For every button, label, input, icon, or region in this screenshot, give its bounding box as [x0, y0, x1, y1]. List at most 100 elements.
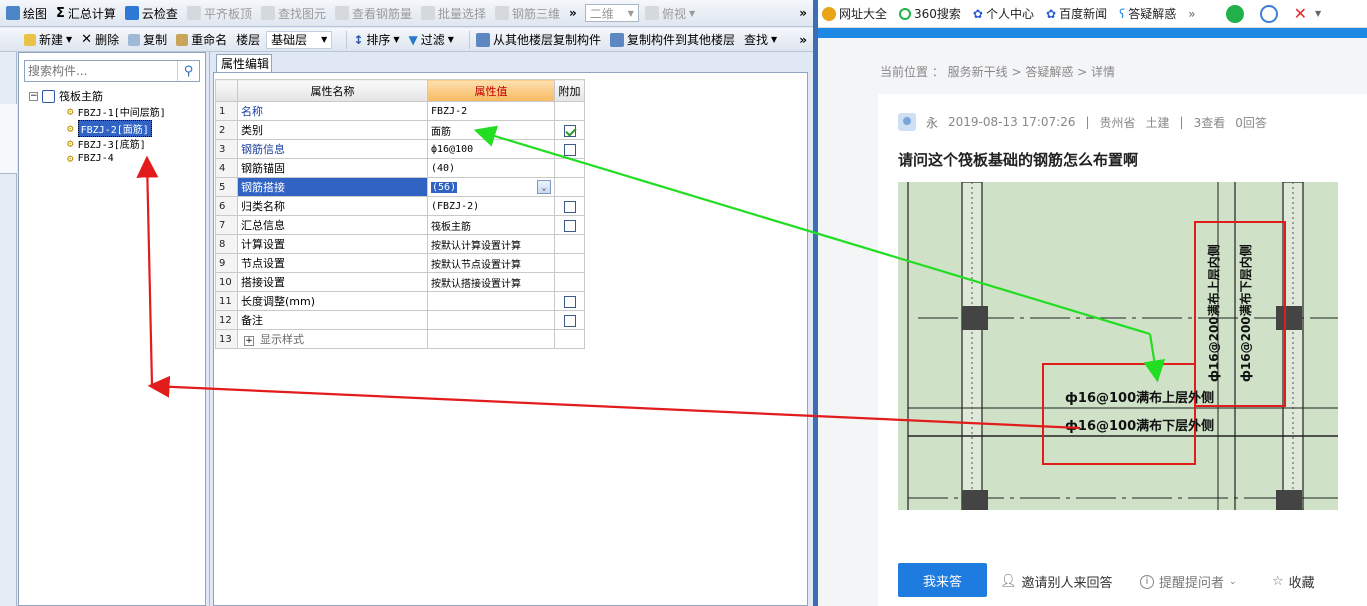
property-value-cell[interactable]: 按默认节点设置计算 — [427, 253, 555, 273]
tree-item-selected[interactable]: ⚙ FBZJ-2[面筋] — [67, 120, 152, 137]
view-rebar-button[interactable]: 查看钢筋量 — [334, 5, 412, 22]
overflow-chevron-icon[interactable]: » — [1188, 7, 1195, 21]
new-button[interactable]: 新建 ▼ — [24, 31, 72, 48]
close-icon[interactable]: ✕ — [1294, 4, 1307, 23]
tree-item[interactable]: ⚙ FBZJ-3[底筋] — [67, 136, 146, 151]
property-value-cell[interactable] — [427, 310, 555, 330]
floor-select[interactable]: 基础层 ▼ — [266, 30, 333, 49]
property-row[interactable]: 11 长度调整(mm) — [215, 291, 585, 311]
paw-icon: ✿ — [1046, 6, 1057, 21]
property-row[interactable]: 6 归类名称 (FBZJ-2) — [215, 196, 585, 216]
copy-from-other-floor-button[interactable]: 从其他楼层复制构件 — [475, 31, 601, 48]
sigma-icon: Σ — [56, 5, 65, 21]
bookmark-personal-center[interactable]: ✿ 个人中心 — [973, 5, 1034, 22]
property-row[interactable]: 1 名称 FBZJ-2 — [215, 101, 585, 121]
expand-icon[interactable]: + — [244, 336, 254, 346]
delete-icon: ✕ — [81, 32, 93, 47]
bookmark-360-search[interactable]: 360搜索 — [899, 5, 961, 22]
sort-button[interactable]: ↕ 排序 ▼ — [353, 31, 399, 48]
meta-divider: | — [1179, 115, 1184, 129]
bookmark-qa[interactable]: ʕ 答疑解惑 — [1119, 5, 1176, 22]
overflow-chevron-icon[interactable]: » — [799, 6, 807, 20]
star-icon: ☆ — [1272, 574, 1284, 589]
property-row[interactable]: 10 搭接设置 按默认搭接设置计算 — [215, 272, 585, 292]
checkbox[interactable] — [563, 143, 576, 156]
property-value-cell[interactable]: (FBZJ-2) — [427, 196, 555, 216]
property-row[interactable]: 12 备注 — [215, 310, 585, 330]
property-value-cell[interactable] — [427, 291, 555, 311]
batch-select-button[interactable]: 批量选择 — [420, 5, 486, 22]
rebar-3d-icon — [495, 6, 509, 20]
find-button[interactable]: 查找 ▼ — [744, 31, 777, 48]
align-top-button[interactable]: 平齐板顶 — [186, 5, 252, 22]
question-drawing-image[interactable]: ф16@100满布上层外侧 ф16@100满布下层外侧 ф16@200满布上层内… — [898, 182, 1338, 510]
bookmark-site-nav[interactable]: 网址大全 — [822, 5, 887, 22]
view-angle-select[interactable]: 俯视 ▼ — [644, 5, 695, 22]
property-row[interactable]: 5 钢筋搭接 (56) ⌄ — [215, 177, 585, 197]
favorite-button[interactable]: ☆ 收藏 — [1272, 572, 1315, 591]
remind-button[interactable]: i 提醒提问者 ⌄ — [1140, 572, 1237, 591]
property-row[interactable]: 7 汇总信息 筏板主筋 — [215, 215, 585, 235]
collapse-icon[interactable]: − — [29, 91, 38, 101]
tree-item[interactable]: ⚙ FBZJ-1[中间层筋] — [67, 104, 166, 119]
checkbox-checked[interactable] — [563, 124, 576, 137]
property-row[interactable]: 3 钢筋信息 ф16@100 — [215, 139, 585, 159]
component-search-input[interactable] — [25, 62, 177, 80]
delete-button[interactable]: ✕ 删除 — [81, 31, 119, 48]
copy-to-other-floor-button[interactable]: 复制构件到其他楼层 — [609, 31, 735, 48]
filter-button[interactable]: ▼ 过滤 ▼ — [409, 31, 454, 48]
property-value-cell[interactable] — [427, 329, 555, 349]
property-value-cell[interactable]: FBZJ-2 — [427, 101, 555, 121]
column-block — [962, 490, 988, 510]
property-row[interactable]: 13 + 显示样式 — [215, 329, 585, 349]
property-value-dropdown[interactable]: (56) ⌄ — [431, 180, 551, 194]
overflow-chevron-icon[interactable]: » — [569, 6, 577, 20]
answer-button[interactable]: 我来答 — [898, 563, 987, 597]
post-category: 土建 — [1145, 115, 1170, 130]
checkbox[interactable] — [563, 219, 576, 232]
find-element-button[interactable]: 查找图元 — [260, 5, 326, 22]
property-value-cell[interactable]: (40) — [427, 158, 555, 178]
overflow-chevron-icon[interactable]: » — [799, 33, 807, 47]
draw-button[interactable]: 绘图 — [6, 5, 47, 22]
bookmark-baidu-news[interactable]: ✿ 百度新闻 — [1046, 5, 1107, 22]
property-row[interactable]: 2 类别 面筋 — [215, 120, 585, 140]
toolbar-divider — [468, 30, 470, 49]
extra-cell — [554, 291, 585, 311]
copy-button[interactable]: 复制 — [128, 31, 167, 48]
property-value: 面筋 — [431, 126, 451, 138]
chevron-down-icon[interactable]: ⌄ — [537, 180, 551, 194]
invite-button[interactable]: 👤︎ 邀请别人来回答 — [1000, 572, 1113, 591]
view-mode-select[interactable]: 二维 ▼ — [584, 4, 639, 22]
tree-item[interactable]: ⚙ FBZJ-4 — [67, 152, 114, 165]
property-name: 长度调整(mm) — [237, 291, 428, 311]
property-name: 钢筋搭接 — [237, 177, 428, 197]
property-value-cell[interactable]: ф16@100 — [427, 139, 555, 159]
checkbox[interactable] — [563, 295, 576, 308]
search-icon[interactable]: ⚲ — [177, 61, 199, 81]
row-number: 1 — [215, 101, 238, 121]
sum-calc-button[interactable]: Σ 汇总计算 — [56, 5, 116, 22]
question-title: 请问这个筏板基础的钢筋怎么布置啊 — [898, 151, 1139, 169]
property-row[interactable]: 8 计算设置 按默认计算设置计算 — [215, 234, 585, 254]
green-app-icon[interactable] — [1225, 4, 1244, 23]
drawing-svg: ф16@100满布上层外侧 ф16@100满布下层外侧 ф16@200满布上层内… — [898, 182, 1338, 510]
find-element-icon — [260, 6, 275, 20]
chevron-down-icon[interactable]: ▼ — [1315, 9, 1321, 18]
checkbox[interactable] — [563, 314, 576, 327]
tab-property-edit[interactable]: 属性编辑 — [216, 54, 272, 73]
property-value-cell[interactable]: (56) ⌄ — [427, 177, 555, 197]
rename-button[interactable]: 重命名 — [176, 31, 227, 48]
property-value-cell[interactable]: 面筋 — [427, 120, 555, 140]
checkbox[interactable] — [563, 200, 576, 213]
property-row[interactable]: 9 节点设置 按默认节点设置计算 — [215, 253, 585, 273]
tree-root[interactable]: − 筏板主筋 — [29, 88, 103, 104]
cloud-check-button[interactable]: 云检查 — [124, 5, 178, 22]
meta-divider: | — [1085, 115, 1090, 129]
rebar-3d-button[interactable]: 钢筋三维 — [495, 5, 560, 22]
property-value-cell[interactable]: 按默认计算设置计算 — [427, 234, 555, 254]
minimize-icon[interactable] — [1259, 4, 1278, 23]
property-row[interactable]: 4 钢筋锚固 (40) — [215, 158, 585, 178]
property-value-cell[interactable]: 筏板主筋 — [427, 215, 555, 235]
property-value-cell[interactable]: 按默认搭接设置计算 — [427, 272, 555, 292]
